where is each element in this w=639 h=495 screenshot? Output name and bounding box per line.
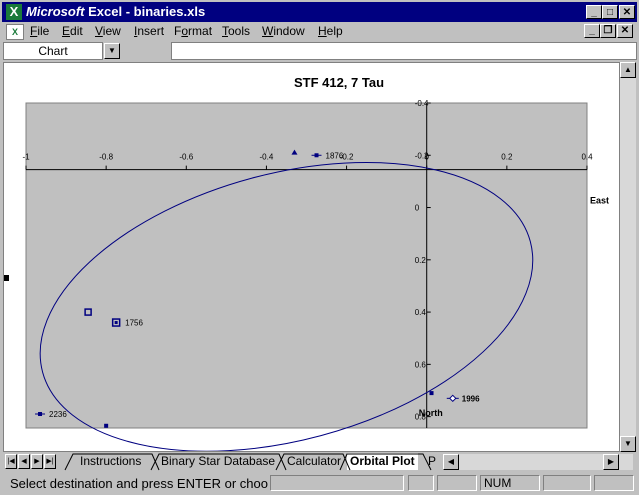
doc-minimize-icon[interactable]: _ [584, 24, 600, 38]
scroll-left-icon[interactable]: ◀ [443, 454, 459, 470]
scroll-right-icon[interactable]: ▶ [603, 454, 619, 470]
tab-p[interactable]: P [428, 453, 436, 470]
excel-icon[interactable]: X [6, 4, 22, 20]
menu-insert[interactable]: Insert [134, 24, 164, 38]
observation-marker[interactable] [114, 321, 118, 325]
observation-label[interactable]: 1876 [326, 151, 344, 160]
status-panel-6 [594, 475, 634, 491]
last-sheet-icon[interactable]: ▶| [44, 454, 56, 469]
status-message: Select destination and press ENTER or ch… [10, 476, 268, 491]
y-axis-label[interactable]: North [419, 408, 443, 418]
title-bar: X Microsoft Excel - binaries.xls _ □ ✕ [2, 2, 637, 22]
minimize-icon[interactable]: _ [586, 5, 602, 19]
chart-sheet[interactable]: STF 412, 7 Tau -1 -0.8 -0.6 -0.4 -0.2 0 0.2 0.4… [3, 62, 620, 452]
observation-marker[interactable] [314, 153, 319, 158]
chart-title[interactable]: STF 412, 7 Tau [294, 75, 384, 90]
y-tick-label[interactable]: 0.6 [415, 360, 427, 369]
x-tick-label[interactable]: -1 [22, 153, 30, 162]
chevron-down-icon[interactable]: ▼ [104, 43, 120, 59]
y-tick-label[interactable]: -0.2 [415, 151, 429, 160]
x-tick-label[interactable]: 0.2 [501, 153, 513, 162]
scroll-up-icon[interactable]: ▲ [620, 62, 636, 78]
menu-window[interactable]: Window [262, 24, 305, 38]
status-bar: Select destination and press ENTER or ch… [0, 472, 639, 495]
y-tick-label[interactable]: -0.4 [415, 99, 429, 108]
maximize-icon[interactable]: □ [602, 5, 618, 19]
orbit-point[interactable] [104, 423, 109, 428]
excel-window: X Microsoft Excel - binaries.xls _ □ ✕ X… [0, 0, 639, 495]
next-sheet-icon[interactable]: ▶ [31, 454, 43, 469]
doc-restore-icon[interactable]: ❐ [600, 24, 616, 38]
y-tick-label[interactable]: 0.4 [415, 308, 427, 317]
observation-marker[interactable] [38, 412, 43, 417]
observation-label[interactable]: 1756 [125, 319, 143, 328]
scroll-down-icon[interactable]: ▼ [620, 436, 636, 452]
formula-input[interactable] [171, 42, 637, 60]
selection-handle[interactable] [4, 275, 9, 281]
formula-bar: Chart ▼ [0, 42, 639, 62]
tab-calculator[interactable]: Calculator [287, 453, 341, 470]
x-tick-label[interactable]: 0.4 [581, 153, 593, 162]
menu-format[interactable]: Format [174, 24, 212, 38]
tab-instructions[interactable]: Instructions [80, 453, 141, 470]
workbook-icon[interactable]: X [6, 24, 24, 40]
num-lock-indicator: NUM [480, 475, 540, 491]
observation-label[interactable]: 1996 [462, 394, 480, 403]
tab-orbital-plot[interactable]: Orbital Plot [347, 453, 418, 470]
status-panel-3 [437, 475, 477, 491]
y-tick-label[interactable]: 0 [415, 204, 420, 213]
vertical-scrollbar[interactable]: ▲ ▼ [620, 62, 636, 452]
y-tick-label[interactable]: 0.2 [415, 256, 427, 265]
x-tick-label[interactable]: -0.8 [99, 153, 113, 162]
doc-close-icon[interactable]: ✕ [617, 24, 633, 38]
menu-edit[interactable]: Edit [62, 24, 83, 38]
status-panel-1 [270, 475, 404, 491]
prev-sheet-icon[interactable]: ◀ [18, 454, 30, 469]
x-axis-label[interactable]: East [590, 196, 609, 206]
orbit-point[interactable] [429, 391, 434, 396]
first-sheet-icon[interactable]: |◀ [5, 454, 17, 469]
menu-bar: X File Edit View Insert Format Tools Win… [2, 22, 637, 41]
horizontal-scrollbar[interactable]: ◀ ▶ [443, 454, 633, 470]
close-icon[interactable]: ✕ [619, 5, 635, 19]
x-tick-label[interactable]: -0.6 [179, 153, 193, 162]
menu-help[interactable]: Help [318, 24, 343, 38]
menu-tools[interactable]: Tools [222, 24, 250, 38]
window-title: Microsoft Excel - binaries.xls [26, 4, 206, 19]
name-box[interactable]: Chart [3, 42, 103, 60]
menu-view[interactable]: View [95, 24, 121, 38]
status-panel-2 [408, 475, 434, 491]
status-panel-5 [543, 475, 591, 491]
observation-label[interactable]: 2236 [49, 410, 67, 419]
orbital-plot-chart[interactable]: STF 412, 7 Tau -1 -0.8 -0.6 -0.4 -0.2 0 0.2 0.4… [4, 63, 619, 451]
tab-binary-star-database[interactable]: Binary Star Database [161, 453, 275, 470]
x-tick-label[interactable]: -0.4 [260, 153, 274, 162]
menu-file[interactable]: File [30, 24, 49, 38]
sheet-tab-bar: |◀ ◀ ▶ ▶| Instructions Binary Star Datab… [3, 453, 636, 471]
